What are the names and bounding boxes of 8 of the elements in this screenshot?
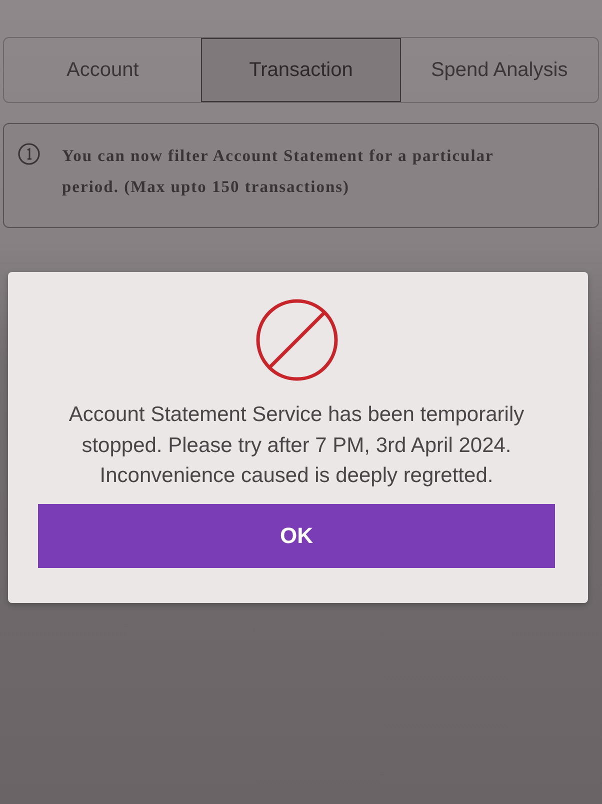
tab[interactable]: Spend Analysis xyxy=(400,38,598,102)
tab[interactable]: Account xyxy=(4,38,202,102)
dialog-message: Account Statement Service has been temporarily stopped. Please try after 7 PM, 3rd April 2024. Inconvenience caused is deeply regretted. xyxy=(68,402,526,489)
notice-text: You can now filter Account Statement for a particular period. (Max upto 150 transactions) xyxy=(62,145,495,198)
info-icon xyxy=(18,143,40,165)
tab[interactable]: Transaction xyxy=(201,38,401,102)
ok-button[interactable]: OK xyxy=(38,504,555,568)
prohibited-icon xyxy=(254,298,338,382)
